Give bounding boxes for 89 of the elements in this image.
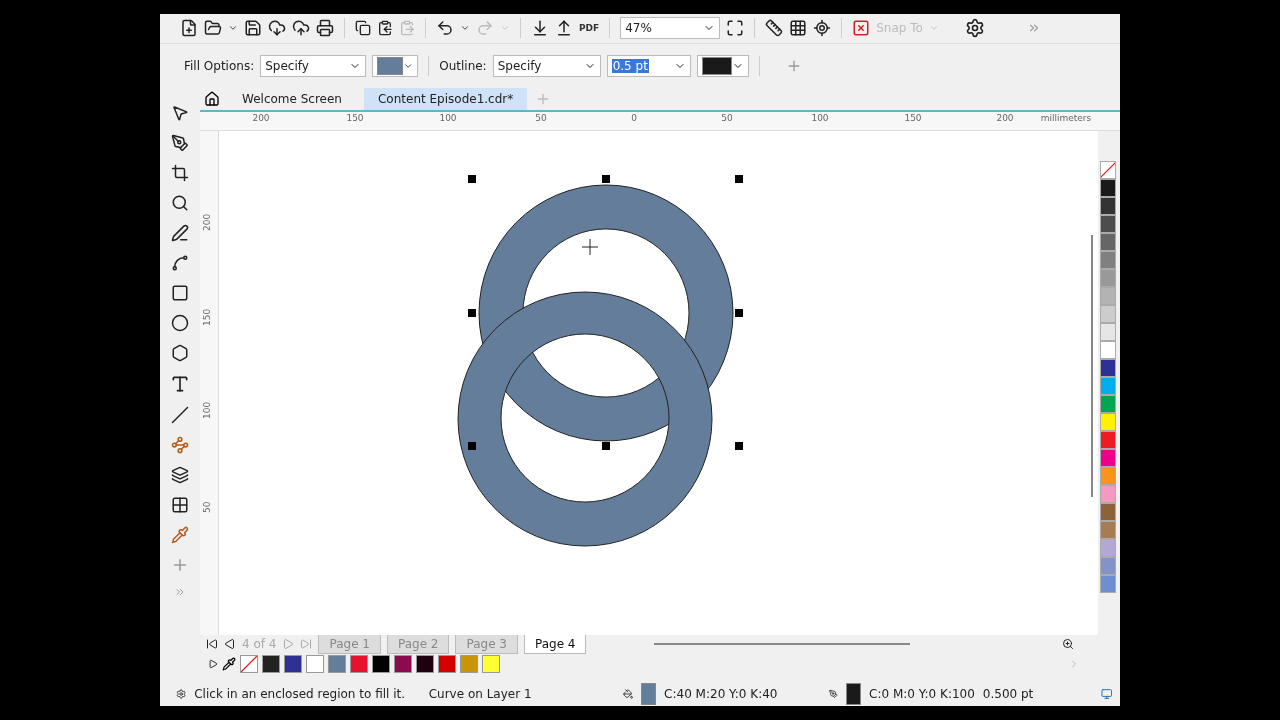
no-color-swatch[interactable] [240, 654, 258, 673]
ruler-label: 200 [252, 112, 270, 123]
document-tab[interactable]: Welcome Screen [228, 87, 356, 110]
cloud-download-icon[interactable] [268, 19, 286, 38]
color-swatch[interactable] [262, 654, 280, 673]
pdf-button[interactable]: PDF [579, 23, 600, 34]
export-icon[interactable] [555, 19, 573, 38]
fill-swatch [641, 683, 657, 706]
color-swatch[interactable] [284, 654, 302, 673]
eyedropper-icon[interactable] [222, 656, 236, 671]
rings-drawing[interactable] [457, 184, 734, 547]
ruler-icon[interactable] [765, 19, 784, 38]
eyedropper-tool-icon[interactable] [171, 525, 189, 544]
zoom-tool-icon[interactable] [171, 193, 189, 212]
ruler-label: 150 [202, 308, 212, 326]
ruler-label: 50 [535, 112, 547, 123]
ruler-label: 0 [631, 112, 637, 123]
cloud-upload-icon[interactable] [292, 19, 310, 38]
polygon-tool-icon[interactable] [171, 343, 189, 362]
ruler-label: 200 [996, 112, 1014, 123]
fill-values: C:40 M:20 Y:0 K:40 [664, 687, 778, 702]
connector-tool-icon[interactable] [171, 435, 189, 454]
zoom-icon[interactable] [1062, 637, 1075, 650]
crop-tool-icon[interactable] [171, 163, 189, 182]
color-swatch[interactable] [460, 654, 478, 673]
ruler-label: 50 [721, 112, 733, 123]
selection-handles[interactable] [468, 174, 743, 450]
fill-mode-dropdown[interactable]: Specify [260, 54, 367, 77]
freehand-tool-icon[interactable] [171, 223, 189, 242]
crosshair-icon [581, 238, 599, 256]
page-counter: 4 of 4 [242, 636, 277, 651]
color-swatch[interactable] [306, 654, 324, 673]
fill-options-label: Fill Options: [184, 58, 255, 73]
snap-off-icon[interactable] [852, 19, 871, 38]
color-swatch[interactable] [350, 654, 368, 673]
ruler-label: 150 [904, 112, 922, 123]
color-swatch[interactable] [394, 654, 412, 673]
horizontal-scrollbar[interactable] [654, 642, 911, 645]
save-icon[interactable] [244, 19, 262, 38]
grid-icon[interactable] [789, 19, 808, 38]
ruler-label: 50 [202, 501, 212, 513]
outline-label: Outline: [439, 58, 487, 73]
color-swatch[interactable] [328, 654, 346, 673]
color-swatch[interactable] [482, 654, 500, 673]
rectangle-tool-icon[interactable] [171, 283, 189, 302]
ruler-label: 150 [346, 112, 364, 123]
shape-tool-icon[interactable] [171, 133, 189, 152]
outline-color-picker[interactable] [696, 54, 749, 77]
color-swatch[interactable] [438, 654, 456, 673]
outline-values: C:0 M:0 Y:0 K:100 [869, 687, 975, 702]
ruler-label: 100 [202, 401, 212, 419]
previous-page-icon[interactable] [224, 637, 236, 650]
zoom-field[interactable]: 47% [620, 17, 721, 40]
outline-width-field[interactable]: 0.5 pt [606, 54, 691, 77]
ruler-label: 100 [811, 112, 829, 123]
full-screen-icon[interactable] [726, 19, 745, 38]
settings-icon[interactable] [964, 18, 985, 39]
clipboard-icon[interactable] [377, 20, 393, 37]
palette-menu-icon[interactable] [208, 658, 218, 669]
home-icon[interactable] [204, 90, 220, 107]
document-tab[interactable]: Content Episode1.cdr* [363, 87, 528, 110]
outline-swatch [846, 683, 862, 706]
ruler-label: 100 [439, 112, 457, 123]
pick-tool-icon[interactable] [171, 103, 189, 122]
fill-color-picker[interactable] [372, 54, 419, 77]
ruler-label: 200 [202, 213, 212, 231]
first-page-icon[interactable] [206, 637, 218, 650]
line-tool-icon[interactable] [171, 405, 189, 424]
outline-mode-dropdown[interactable]: Specify [492, 54, 601, 77]
copy-icon[interactable] [355, 20, 371, 37]
new-document-icon[interactable] [180, 19, 198, 38]
no-color-swatch[interactable] [1100, 160, 1116, 179]
curve-tool-icon[interactable] [171, 253, 189, 272]
ruler-unit: millimeters [1040, 112, 1092, 123]
import-icon[interactable] [531, 19, 549, 38]
vertical-scrollbar[interactable] [1086, 130, 1098, 635]
ellipse-tool-icon[interactable] [171, 313, 189, 332]
print-icon[interactable] [316, 19, 334, 38]
undo-icon[interactable] [436, 19, 454, 38]
color-swatch[interactable] [416, 654, 434, 673]
status-hint: Click in an enclosed region to fill it. [194, 687, 406, 702]
guides-icon[interactable] [813, 19, 832, 38]
color-swatch[interactable] [372, 654, 390, 673]
open-folder-icon[interactable] [204, 19, 222, 38]
page-tab[interactable]: Page 4 [523, 633, 587, 654]
shadow-tool-icon[interactable] [171, 465, 189, 484]
transparency-tool-icon[interactable] [171, 495, 189, 514]
object-info: Curve on Layer 1 [428, 687, 532, 702]
outline-width: 0.500 pt [982, 687, 1034, 702]
